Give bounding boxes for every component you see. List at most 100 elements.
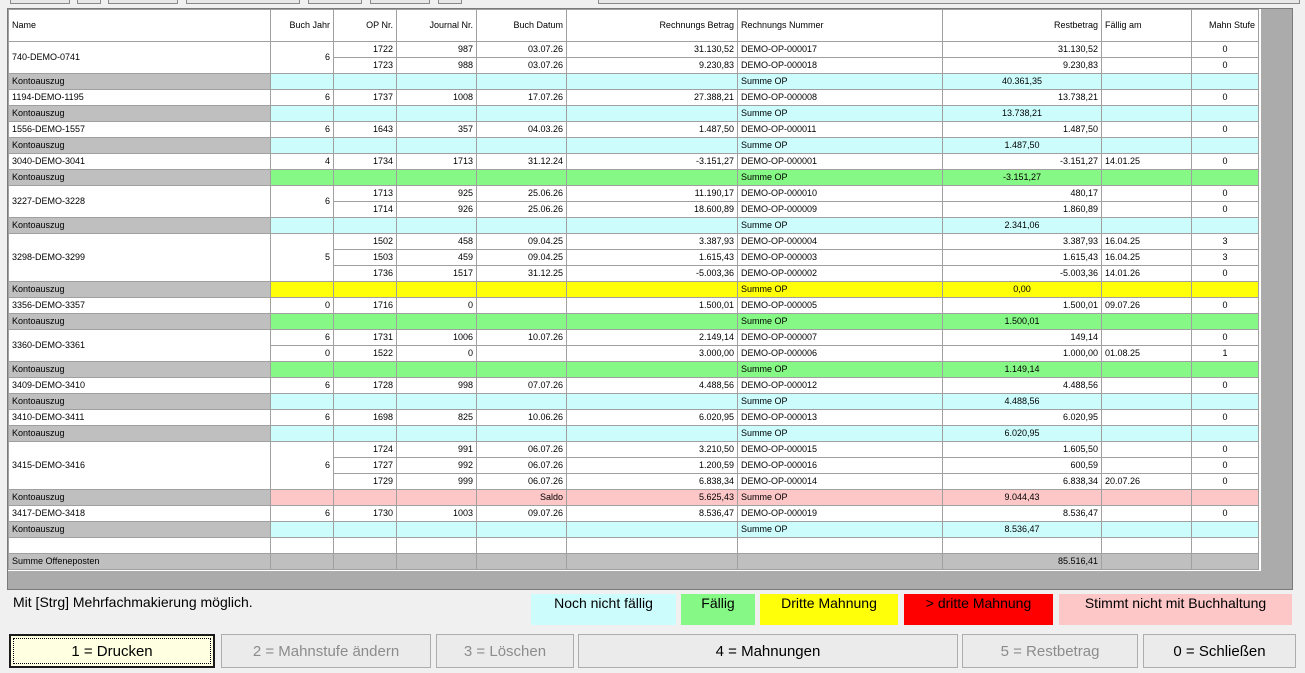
op-nr-cell[interactable]: 1734 (333, 153, 397, 170)
rechnungs-nummer-cell[interactable]: DEMO-OP-000012 (737, 377, 943, 394)
kontoauszug-row[interactable]: Kontoauszug Summe OP 1.149,14 (8, 361, 1259, 378)
table-row[interactable]: 3360-DEMO-3361 6 1731 1006 10.07.26 2.149,14 D… (8, 329, 1259, 362)
rechnungs-nummer-cell[interactable]: DEMO-OP-000001 (737, 153, 943, 170)
restbetrag-cell[interactable]: 9.230,83 (942, 57, 1102, 74)
kontoauszug-label[interactable]: Kontoauszug (8, 217, 271, 234)
rechnungs-nummer-cell[interactable]: DEMO-OP-000018 (737, 57, 943, 74)
restbetrag-cell[interactable]: 1.000,00 (942, 345, 1102, 362)
col-header-buch-datum[interactable]: Buch Datum (476, 9, 567, 42)
mahn-stufe-cell[interactable]: 0 (1191, 441, 1259, 458)
mahn-stufe-cell[interactable]: 0 (1191, 409, 1259, 426)
remaining-amount-button[interactable]: 5 = Restbetrag (962, 634, 1138, 668)
op-nr-cell[interactable]: 1730 (333, 505, 397, 522)
op-nr-cell[interactable]: 1502 (333, 233, 397, 250)
faellig-am-cell[interactable]: 16.04.25 (1101, 249, 1192, 266)
faellig-am-cell[interactable] (1101, 457, 1192, 474)
restbetrag-cell[interactable]: -3.151,27 (942, 153, 1102, 170)
customer-name-cell[interactable]: 3040-DEMO-3041 (8, 153, 271, 170)
journal-nr-cell[interactable]: 988 (396, 57, 477, 74)
faellig-am-cell[interactable]: 20.07.26 (1101, 473, 1192, 490)
kontoauszug-row[interactable]: Kontoauszug Summe OP -3.151,27 (8, 169, 1259, 186)
rechnungs-betrag-cell[interactable]: 27.388,21 (566, 89, 738, 106)
restbetrag-cell[interactable]: 31.130,52 (942, 41, 1102, 58)
rechnungs-nummer-cell[interactable]: DEMO-OP-000015 (737, 441, 943, 458)
mahn-stufe-cell[interactable]: 0 (1191, 153, 1259, 170)
col-header-name[interactable]: Name (8, 9, 271, 42)
kontoauszug-label[interactable]: Kontoauszug (8, 313, 271, 330)
buch-datum-cell[interactable]: 07.07.26 (476, 377, 567, 394)
op-nr-cell[interactable]: 1737 (333, 89, 397, 106)
rechnungs-betrag-cell[interactable]: 3.210,50 (566, 441, 738, 458)
buch-datum-cell[interactable]: 06.07.26 (476, 473, 567, 490)
buch-datum-cell[interactable]: 25.06.26 (476, 201, 567, 218)
faellig-am-cell[interactable] (1101, 329, 1192, 346)
kontoauszug-label[interactable]: Kontoauszug (8, 281, 271, 298)
buch-datum-cell[interactable]: 06.07.26 (476, 457, 567, 474)
faellig-am-cell[interactable] (1101, 121, 1192, 138)
journal-nr-cell[interactable]: 1003 (396, 505, 477, 522)
rechnungs-nummer-cell[interactable]: DEMO-OP-000017 (737, 41, 943, 58)
table-row[interactable]: 3417-DEMO-3418 6 1730 1003 09.07.26 8.536,47 D… (8, 505, 1259, 522)
journal-nr-cell[interactable]: 459 (396, 249, 477, 266)
faellig-am-cell[interactable]: 16.04.25 (1101, 233, 1192, 250)
op-nr-cell[interactable]: 1727 (333, 457, 397, 474)
restbetrag-cell[interactable]: 13.738,21 (942, 89, 1102, 106)
buch-datum-cell[interactable]: 25.06.26 (476, 185, 567, 202)
rechnungs-nummer-cell[interactable]: DEMO-OP-000016 (737, 457, 943, 474)
rechnungs-betrag-cell[interactable]: 11.190,17 (566, 185, 738, 202)
rechnungs-nummer-cell[interactable]: DEMO-OP-000005 (737, 297, 943, 314)
restbetrag-cell[interactable]: 3.387,93 (942, 233, 1102, 250)
mahn-stufe-cell[interactable]: 0 (1191, 41, 1259, 58)
restbetrag-cell[interactable]: 480,17 (942, 185, 1102, 202)
buch-jahr-cell[interactable]: 6 (270, 377, 334, 394)
rechnungs-nummer-cell[interactable]: DEMO-OP-000014 (737, 473, 943, 490)
kontoauszug-label[interactable]: Kontoauszug (8, 489, 271, 506)
mahn-stufe-cell[interactable]: 0 (1191, 89, 1259, 106)
restbetrag-cell[interactable]: 149,14 (942, 329, 1102, 346)
restbetrag-cell[interactable]: -5.003,36 (942, 265, 1102, 282)
buch-datum-cell[interactable]: 03.07.26 (476, 41, 567, 58)
buch-jahr-cell[interactable]: 4 (270, 153, 334, 170)
restbetrag-cell[interactable]: 6.020,95 (942, 409, 1102, 426)
kontoauszug-label[interactable]: Kontoauszug (8, 137, 271, 154)
faellig-am-cell[interactable] (1101, 89, 1192, 106)
op-nr-cell[interactable]: 1698 (333, 409, 397, 426)
restbetrag-cell[interactable]: 1.615,43 (942, 249, 1102, 266)
table-row[interactable]: 3227-DEMO-3228 6 1713 925 25.06.26 11.190,17 D… (8, 185, 1259, 218)
journal-nr-cell[interactable]: 991 (396, 441, 477, 458)
faellig-am-cell[interactable] (1101, 377, 1192, 394)
rechnungs-nummer-cell[interactable]: DEMO-OP-000008 (737, 89, 943, 106)
op-nr-cell[interactable]: 1724 (333, 441, 397, 458)
rechnungs-nummer-cell[interactable]: DEMO-OP-000011 (737, 121, 943, 138)
mahn-stufe-cell[interactable]: 0 (1191, 121, 1259, 138)
mahn-stufe-cell[interactable]: 0 (1191, 185, 1259, 202)
buch-datum-cell[interactable] (476, 345, 567, 362)
kontoauszug-row[interactable]: Kontoauszug Saldo 5.625,43 Summe OP 9.044,43 (8, 489, 1259, 506)
kontoauszug-row[interactable]: Kontoauszug Summe OP 4.488,56 (8, 393, 1259, 410)
customer-name-cell[interactable]: 3298-DEMO-3299 (8, 233, 271, 282)
rechnungs-betrag-cell[interactable]: 3.000,00 (566, 345, 738, 362)
col-header-restbetrag[interactable]: Restbetrag (942, 9, 1102, 42)
restbetrag-cell[interactable]: 1.605,50 (942, 441, 1102, 458)
mahn-stufe-cell[interactable]: 0 (1191, 201, 1259, 218)
buch-datum-cell[interactable]: 09.04.25 (476, 249, 567, 266)
col-header-op-nr[interactable]: OP Nr. (333, 9, 397, 42)
restbetrag-cell[interactable]: 1.500,01 (942, 297, 1102, 314)
faellig-am-cell[interactable]: 14.01.26 (1101, 265, 1192, 282)
dunning-letters-button[interactable]: 4 = Mahnungen (578, 634, 958, 668)
journal-nr-cell[interactable]: 0 (396, 345, 477, 362)
buch-jahr-cell[interactable]: 5 (270, 233, 334, 282)
customer-name-cell[interactable]: 1556-DEMO-1557 (8, 121, 271, 138)
rechnungs-betrag-cell[interactable]: 2.149,14 (566, 329, 738, 346)
restbetrag-cell[interactable]: 8.536,47 (942, 505, 1102, 522)
col-header-mahn-stufe[interactable]: Mahn Stufe (1191, 9, 1259, 42)
faellig-am-cell[interactable]: 09.07.26 (1101, 297, 1192, 314)
journal-nr-cell[interactable]: 998 (396, 377, 477, 394)
journal-nr-cell[interactable]: 1008 (396, 89, 477, 106)
journal-nr-cell[interactable]: 1517 (396, 265, 477, 282)
faellig-am-cell[interactable] (1101, 505, 1192, 522)
customer-name-cell[interactable]: 740-DEMO-0741 (8, 41, 271, 74)
mahn-stufe-cell[interactable]: 0 (1191, 297, 1259, 314)
rechnungs-nummer-cell[interactable]: DEMO-OP-000009 (737, 201, 943, 218)
journal-nr-cell[interactable]: 825 (396, 409, 477, 426)
